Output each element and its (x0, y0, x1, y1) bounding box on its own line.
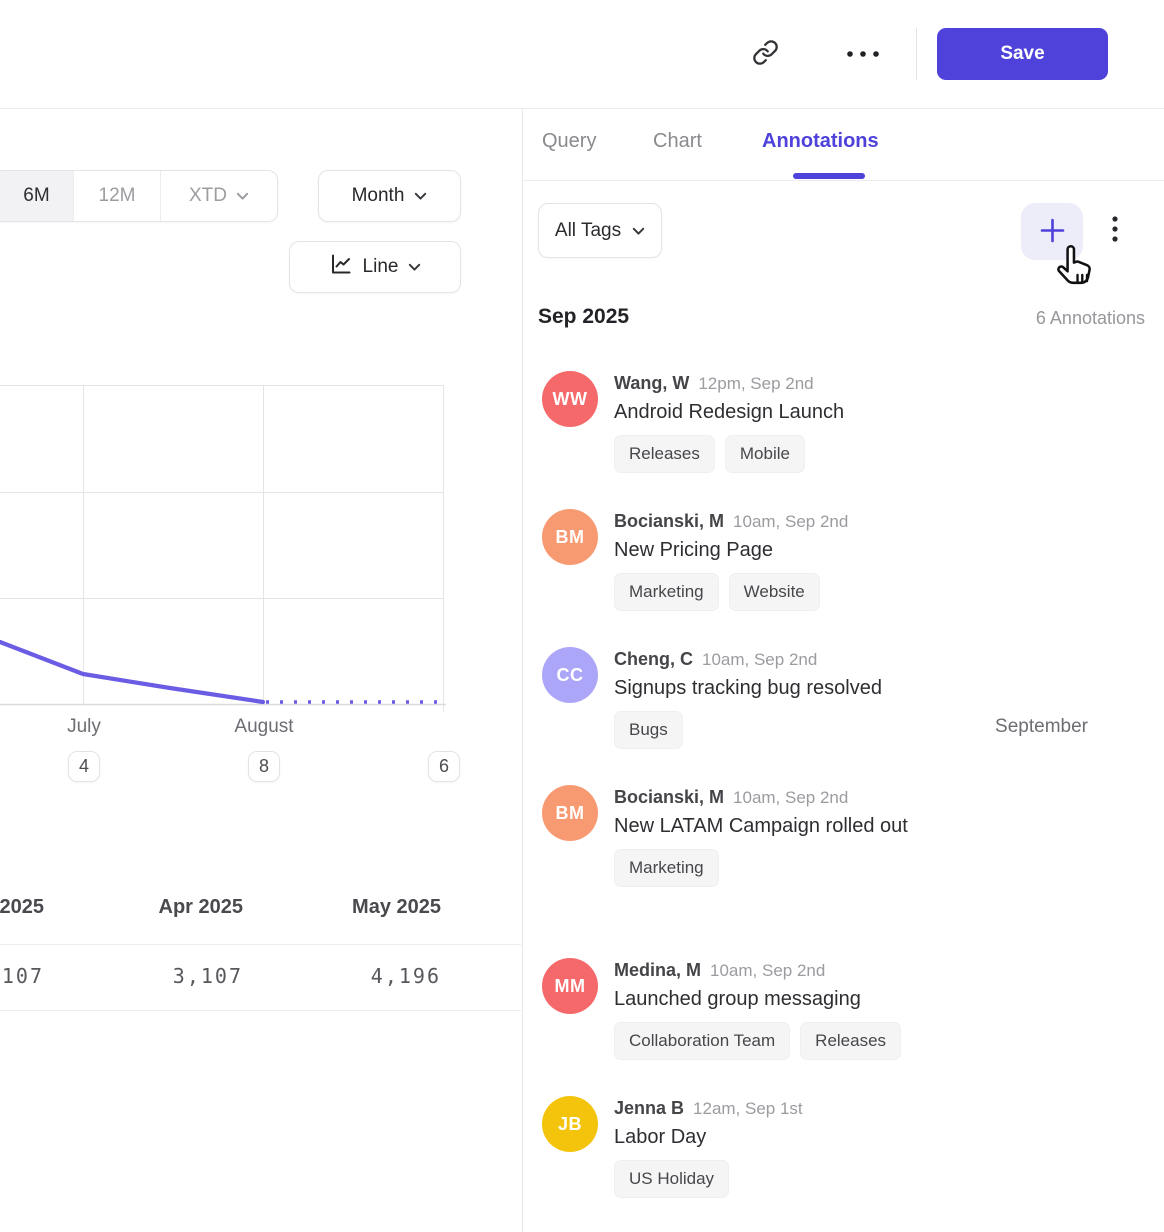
annotation-tag: Collaboration Team (614, 1022, 790, 1060)
plus-icon (1040, 218, 1065, 246)
annotation-item[interactable]: WW Wang, W 12pm, Sep 2nd Android Redesign… (542, 371, 942, 473)
chevron-down-icon (632, 220, 645, 242)
annotation-title: Launched group messaging (614, 982, 916, 1016)
active-tab-indicator (793, 173, 865, 179)
annotation-timestamp: 10am, Sep 2nd (702, 650, 817, 669)
copy-link-button[interactable] (746, 38, 784, 70)
avatar: JB (542, 1096, 598, 1152)
avatar: CC (542, 647, 598, 703)
annotation-tag: Mobile (725, 435, 805, 473)
annotation-timestamp: 12pm, Sep 2nd (698, 374, 813, 393)
panel-divider (522, 108, 523, 1232)
table-border (0, 944, 521, 945)
line-chart (0, 0, 522, 810)
x-tick-july: July (67, 716, 101, 738)
annotation-item[interactable]: CC Cheng, C 10am, Sep 2nd Signups trackin… (542, 647, 942, 749)
annotation-tag: Website (729, 573, 820, 611)
annotation-author: Bocianski, M (614, 787, 724, 807)
annotation-title: New LATAM Campaign rolled out (614, 809, 916, 843)
x-tick-august: August (234, 716, 293, 738)
chart-gridlines (0, 385, 444, 712)
avatar: BM (542, 785, 598, 841)
annotations-month-header: Sep 2025 (538, 305, 629, 329)
annotation-item[interactable]: MM Medina, M 10am, Sep 2nd Launched group… (542, 958, 942, 1060)
kebab-menu-icon (1111, 214, 1119, 249)
table-border (0, 1010, 521, 1011)
annotation-timestamp: 10am, Sep 2nd (733, 512, 848, 531)
avatar: BM (542, 509, 598, 565)
avatar: WW (542, 371, 598, 427)
annotation-author: Wang, W (614, 373, 689, 393)
annotation-author: Jenna B (614, 1098, 684, 1118)
annotation-tag: Marketing (614, 573, 719, 611)
annotations-count: 6 Annotations (1036, 308, 1145, 329)
annotations-menu-button[interactable] (1101, 212, 1129, 250)
annotation-author: Bocianski, M (614, 511, 724, 531)
tag-filter-dropdown[interactable]: All Tags (538, 203, 662, 258)
annotation-tag: Releases (800, 1022, 901, 1060)
annotation-title: Signups tracking bug resolved (614, 671, 916, 705)
annotation-tag: Bugs (614, 711, 683, 749)
x-tick-september: September (995, 716, 1088, 738)
annotation-item[interactable]: JB Jenna B 12am, Sep 1st Labor Day US Hol… (542, 1096, 942, 1198)
annotation-timestamp: 10am, Sep 2nd (733, 788, 848, 807)
annotation-timestamp: 12am, Sep 1st (693, 1099, 803, 1118)
annotation-item[interactable]: BM Bocianski, M 10am, Sep 2nd New LATAM C… (542, 785, 942, 887)
annotation-item[interactable]: BM Bocianski, M 10am, Sep 2nd New Pricing… (542, 509, 942, 611)
save-button[interactable]: Save (937, 28, 1108, 80)
annotation-author: Medina, M (614, 960, 701, 980)
annotation-tag: Releases (614, 435, 715, 473)
app-window: Save 6M 12M XTD Month Line (0, 0, 1164, 1232)
tag-filter-label: All Tags (555, 220, 621, 242)
table-cell: 4,196 (241, 964, 441, 988)
table-cell: 107 (0, 964, 44, 988)
table-header-may-2025: May 2025 (241, 896, 441, 919)
annotation-count-badge-july[interactable]: 4 (68, 751, 100, 782)
header-divider (916, 28, 917, 80)
annotation-tag: Marketing (614, 849, 719, 887)
more-options-button[interactable] (838, 42, 888, 66)
chart-line-solid (0, 642, 263, 702)
annotation-timestamp: 10am, Sep 2nd (710, 961, 825, 980)
tab-row-border (523, 180, 1164, 181)
tab-chart[interactable]: Chart (653, 130, 702, 153)
table-header-apr-2025: Apr 2025 (43, 896, 243, 919)
annotation-title: New Pricing Page (614, 533, 916, 567)
tab-annotations[interactable]: Annotations (762, 130, 879, 153)
table-cell: 3,107 (43, 964, 243, 988)
link-icon (752, 39, 779, 69)
table-header-mar-2025: 2025 (0, 896, 44, 919)
annotation-count-badge-september[interactable]: 6 (428, 751, 460, 782)
annotation-title: Android Redesign Launch (614, 395, 916, 429)
add-annotation-button[interactable] (1021, 203, 1083, 260)
ellipsis-icon (843, 47, 883, 62)
annotation-author: Cheng, C (614, 649, 693, 669)
annotation-tag: US Holiday (614, 1160, 729, 1198)
avatar: MM (542, 958, 598, 1014)
annotation-title: Labor Day (614, 1120, 916, 1154)
annotation-count-badge-august[interactable]: 8 (248, 751, 280, 782)
tab-query[interactable]: Query (542, 130, 596, 153)
